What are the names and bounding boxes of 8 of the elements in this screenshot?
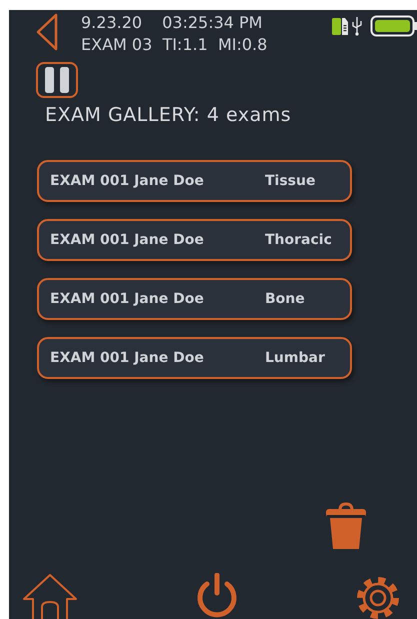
time-text: 03:25:34 PM bbox=[162, 12, 262, 34]
exam-info-text: EXAM 03 TI:1.1 MI:0.8 bbox=[81, 34, 268, 56]
exam-button[interactable]: EXAM 001 Jane Doe Lumbar bbox=[37, 337, 352, 379]
exam-button[interactable]: EXAM 001 Jane Doe Bone bbox=[37, 278, 352, 320]
exam-button[interactable]: EXAM 001 Jane Doe Thoracic bbox=[37, 219, 352, 261]
gallery-title: EXAM GALLERY: 4 exams bbox=[45, 104, 292, 126]
date-text: 9.23.20 bbox=[81, 12, 142, 34]
exam-button[interactable]: EXAM 001 Jane Doe Tissue bbox=[37, 160, 352, 202]
